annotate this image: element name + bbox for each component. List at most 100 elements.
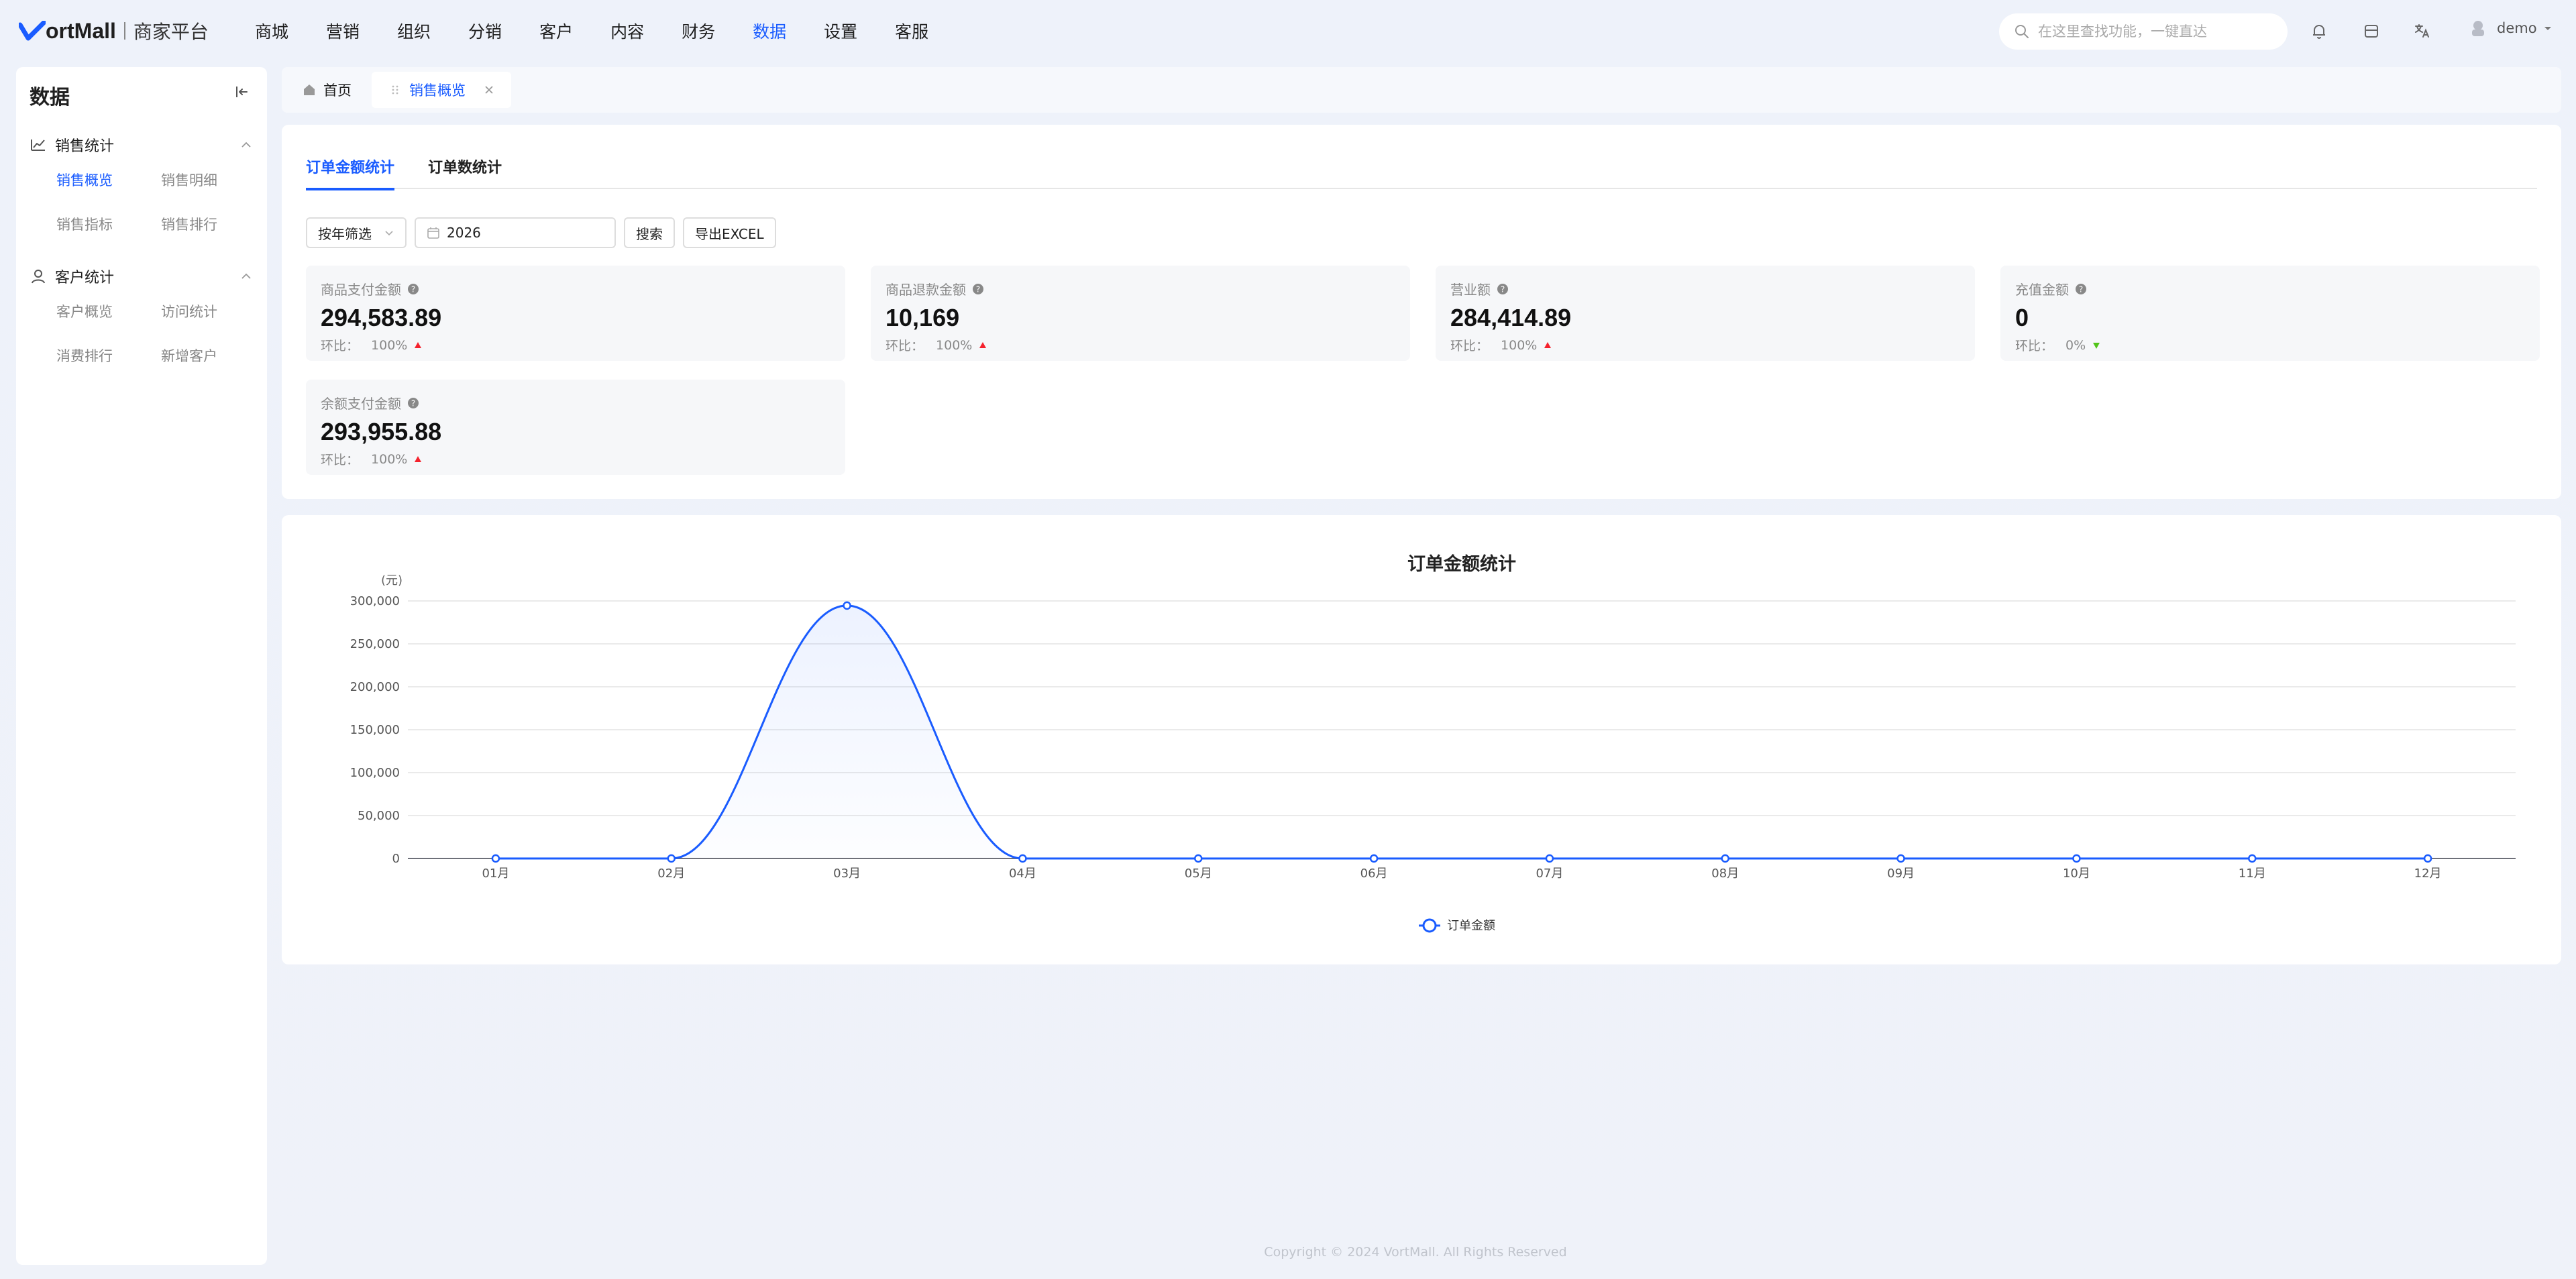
sidebar-item-1-2[interactable]: 消费排行 — [56, 334, 161, 378]
sidebar-title: 数据 — [30, 86, 70, 109]
y-tick-label: 150,000 — [350, 723, 400, 737]
translate-icon[interactable] — [2412, 21, 2432, 41]
sidebar-item-1-1[interactable]: 访问统计 — [161, 290, 266, 334]
brand-logo[interactable]: ortMall 商家平台 — [19, 17, 209, 44]
y-tick-label: 250,000 — [350, 637, 400, 651]
x-tick-label: 05月 — [1185, 867, 1212, 881]
x-tick-label: 07月 — [1536, 867, 1563, 881]
chevron-up-icon — [241, 142, 251, 148]
sidebar-item-0-1[interactable]: 销售明细 — [161, 158, 266, 203]
help-icon[interactable]: ? — [2074, 282, 2088, 296]
metric-label: 营业额 — [1450, 282, 1491, 298]
nav-item-7[interactable]: 数据 — [753, 19, 786, 43]
sidebar-item-0-0[interactable]: 销售概览 — [56, 158, 161, 203]
metric-card-1: 商品退款金额? 10,169 环比： 100% — [871, 266, 1410, 361]
filter-bar: 按年筛选 2026 搜索 导出EXCEL — [306, 217, 784, 248]
data-point — [1018, 854, 1027, 863]
search-icon — [2015, 25, 2029, 38]
data-point — [2072, 854, 2081, 863]
avatar-icon — [2472, 21, 2484, 36]
trend-down-icon — [2093, 342, 2100, 349]
stats-tab-0[interactable]: 订单金额统计 — [306, 156, 395, 190]
data-point — [1721, 854, 1729, 863]
collapse-sidebar-icon[interactable] — [233, 83, 251, 101]
data-point — [2248, 854, 2257, 863]
user-menu[interactable]: demo — [2469, 19, 2553, 38]
data-point — [1545, 854, 1554, 863]
help-icon[interactable]: ? — [1496, 282, 1509, 296]
sidebar: 数据 销售统计 销售概览 销售明细 销售指标 销售排行客户统计客户概览 访问统计 消费排行新… — [16, 67, 267, 1265]
stats-tab-1[interactable]: 订单数统计 — [428, 156, 502, 189]
search-button[interactable]: 搜索 — [624, 217, 675, 248]
nav-item-6[interactable]: 财务 — [682, 19, 715, 43]
help-icon[interactable]: ? — [971, 282, 985, 296]
nav-item-4[interactable]: 客户 — [539, 19, 573, 43]
data-point — [2423, 854, 2432, 863]
page-tabs-bar: 首页 销售概览 — [282, 67, 2561, 113]
metric-ratio-label: 环比： — [885, 339, 924, 353]
search-box[interactable] — [1999, 13, 2288, 50]
sidebar-group-1: 客户统计 客户概览 访问统计 消费排行 新增客户 — [30, 263, 254, 378]
metric-value: 10,169 — [885, 304, 960, 331]
page-tab-label: 销售概览 — [409, 82, 466, 99]
x-tick-label: 10月 — [2063, 867, 2090, 881]
year-picker[interactable]: 2026 — [415, 217, 616, 248]
svg-text:?: ? — [976, 284, 980, 294]
metric-value: 294,583.89 — [321, 304, 442, 331]
chevron-up-icon — [241, 273, 251, 279]
sidebar-item-1-3[interactable]: 新增客户 — [161, 334, 266, 378]
search-input[interactable] — [2038, 23, 2266, 40]
nav-item-3[interactable]: 分销 — [468, 19, 502, 43]
nav-item-1[interactable]: 营销 — [326, 19, 360, 43]
nav-item-0[interactable]: 商城 — [255, 19, 288, 43]
metric-ratio-value: 100% — [371, 451, 408, 467]
export-excel-button[interactable]: 导出EXCEL — [683, 217, 776, 248]
y-axis-label: (元) — [381, 573, 402, 588]
data-point — [1369, 854, 1379, 863]
x-tick-label: 02月 — [657, 867, 685, 881]
page-tab-0[interactable]: 首页 — [286, 72, 368, 108]
metric-label: 商品退款金额 — [885, 282, 966, 298]
sidebar-group-header[interactable]: 销售统计 — [30, 131, 254, 158]
metric-value: 0 — [2015, 304, 2029, 331]
y-tick-label: 50,000 — [358, 809, 400, 823]
x-tick-label: 01月 — [482, 867, 509, 881]
logo-mark: ortMall — [19, 19, 116, 44]
x-tick-label: 09月 — [1887, 867, 1915, 881]
chart-title: 订单金额统计 — [1407, 553, 1516, 575]
data-point — [1194, 854, 1203, 863]
nav-item-5[interactable]: 内容 — [610, 19, 644, 43]
logo-v-icon — [19, 21, 46, 41]
help-icon[interactable]: ? — [407, 282, 420, 296]
chart-line-icon — [31, 140, 45, 151]
nav-item-8[interactable]: 设置 — [824, 19, 857, 43]
store-icon[interactable] — [2361, 21, 2381, 41]
stats-card: 订单金额统计 订单数统计 按年筛选 2026 搜索 导出EXCEL 商品支付金额?… — [282, 125, 2561, 499]
metric-ratio-label: 环比： — [321, 339, 360, 353]
legend-marker — [1422, 918, 1437, 933]
help-icon[interactable]: ? — [407, 396, 420, 410]
bell-icon[interactable] — [2309, 21, 2329, 41]
footer-copyright: Copyright © 2024 VortMall. All Rights Re… — [1264, 1245, 1567, 1260]
page-tab-1[interactable]: 销售概览 — [372, 72, 511, 108]
metric-card-0: 商品支付金额? 294,583.89 环比： 100% — [306, 266, 845, 361]
nav-item-2[interactable]: 组织 — [397, 19, 431, 43]
sidebar-group-label: 客户统计 — [55, 270, 115, 286]
brand-subtitle: 商家平台 — [133, 21, 209, 43]
x-tick-label: 12月 — [2414, 867, 2442, 881]
calendar-icon — [427, 227, 439, 239]
nav-item-9[interactable]: 客服 — [895, 19, 928, 43]
sidebar-item-0-3[interactable]: 销售排行 — [161, 203, 266, 247]
metric-ratio-value: 100% — [936, 337, 973, 353]
sidebar-item-1-0[interactable]: 客户概览 — [56, 290, 161, 334]
data-point — [491, 854, 500, 863]
sidebar-group-header[interactable]: 客户统计 — [30, 263, 254, 290]
trend-up-icon — [1544, 341, 1552, 348]
sidebar-item-0-2[interactable]: 销售指标 — [56, 203, 161, 247]
drag-handle-icon[interactable] — [388, 82, 402, 97]
metric-ratio-value: 100% — [1501, 337, 1538, 353]
trend-up-icon — [979, 341, 987, 348]
year-filter-select[interactable]: 按年筛选 — [306, 217, 407, 248]
close-icon[interactable] — [483, 84, 495, 96]
page-tab-label: 首页 — [323, 82, 352, 99]
